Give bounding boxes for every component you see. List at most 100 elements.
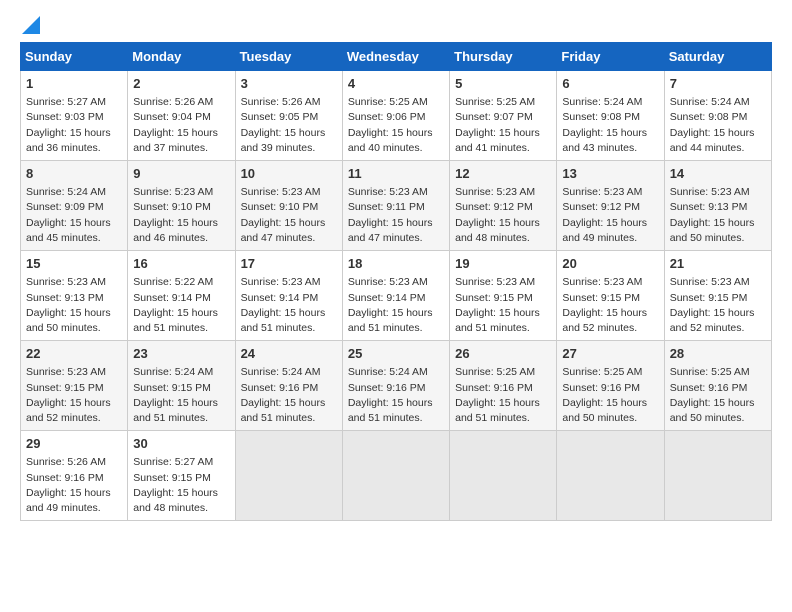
- day-info: Sunrise: 5:24 AM Sunset: 9:08 PM Dayligh…: [562, 95, 658, 156]
- day-number: 12: [455, 165, 551, 183]
- day-cell: 1 Sunrise: 5:27 AM Sunset: 9:03 PM Daylig…: [21, 71, 128, 161]
- day-cell: 2Sunrise: 5:26 AM Sunset: 9:04 PM Daylig…: [128, 71, 235, 161]
- day-number: 23: [133, 345, 229, 363]
- day-cell: [342, 431, 449, 521]
- day-info: Sunrise: 5:23 AM Sunset: 9:15 PM Dayligh…: [455, 275, 551, 336]
- day-cell: 24Sunrise: 5:24 AM Sunset: 9:16 PM Dayli…: [235, 341, 342, 431]
- week-row-3: 15 Sunrise: 5:23 AM Sunset: 9:13 PM Dayli…: [21, 251, 772, 341]
- day-info: Sunrise: 5:23 AM Sunset: 9:12 PM Dayligh…: [455, 185, 551, 246]
- header-tuesday: Tuesday: [235, 43, 342, 71]
- day-cell: 25 Sunrise: 5:24 AM Sunset: 9:16 PM Dayli…: [342, 341, 449, 431]
- day-info: Sunrise: 5:26 AM Sunset: 9:16 PM Dayligh…: [26, 455, 122, 516]
- day-cell: 15 Sunrise: 5:23 AM Sunset: 9:13 PM Dayli…: [21, 251, 128, 341]
- day-info: Sunrise: 5:25 AM Sunset: 9:16 PM Dayligh…: [670, 365, 766, 426]
- day-number: 21: [670, 255, 766, 273]
- day-number: 16: [133, 255, 229, 273]
- logo-triangle-icon: [22, 16, 40, 34]
- week-row-1: 1 Sunrise: 5:27 AM Sunset: 9:03 PM Daylig…: [21, 71, 772, 161]
- day-number: 20: [562, 255, 658, 273]
- day-info: Sunrise: 5:23 AM Sunset: 9:15 PM Dayligh…: [562, 275, 658, 336]
- day-number: 26: [455, 345, 551, 363]
- day-cell: [557, 431, 664, 521]
- day-cell: 10Sunrise: 5:23 AM Sunset: 9:10 PM Dayli…: [235, 161, 342, 251]
- day-number: 4: [348, 75, 444, 93]
- day-cell: 18 Sunrise: 5:23 AM Sunset: 9:14 PM Dayli…: [342, 251, 449, 341]
- day-cell: 6 Sunrise: 5:24 AM Sunset: 9:08 PM Daylig…: [557, 71, 664, 161]
- day-info: Sunrise: 5:23 AM Sunset: 9:10 PM Dayligh…: [241, 185, 337, 246]
- day-number: 5: [455, 75, 551, 93]
- day-info: Sunrise: 5:26 AM Sunset: 9:05 PM Dayligh…: [241, 95, 337, 156]
- day-number: 6: [562, 75, 658, 93]
- day-number: 27: [562, 345, 658, 363]
- calendar-table: SundayMondayTuesdayWednesdayThursdayFrid…: [20, 42, 772, 521]
- header-row: SundayMondayTuesdayWednesdayThursdayFrid…: [21, 43, 772, 71]
- day-cell: 26 Sunrise: 5:25 AM Sunset: 9:16 PM Dayli…: [450, 341, 557, 431]
- day-number: 13: [562, 165, 658, 183]
- day-info: Sunrise: 5:25 AM Sunset: 9:06 PM Dayligh…: [348, 95, 444, 156]
- day-number: 9: [133, 165, 229, 183]
- day-cell: 27 Sunrise: 5:25 AM Sunset: 9:16 PM Dayli…: [557, 341, 664, 431]
- day-number: 7: [670, 75, 766, 93]
- day-cell: 14 Sunrise: 5:23 AM Sunset: 9:13 PM Dayli…: [664, 161, 771, 251]
- day-cell: 28Sunrise: 5:25 AM Sunset: 9:16 PM Dayli…: [664, 341, 771, 431]
- day-cell: 29 Sunrise: 5:26 AM Sunset: 9:16 PM Dayli…: [21, 431, 128, 521]
- day-info: Sunrise: 5:23 AM Sunset: 9:13 PM Dayligh…: [670, 185, 766, 246]
- week-row-4: 22 Sunrise: 5:23 AM Sunset: 9:15 PM Dayli…: [21, 341, 772, 431]
- day-number: 15: [26, 255, 122, 273]
- day-cell: 7Sunrise: 5:24 AM Sunset: 9:08 PM Daylig…: [664, 71, 771, 161]
- day-number: 18: [348, 255, 444, 273]
- day-info: Sunrise: 5:23 AM Sunset: 9:15 PM Dayligh…: [26, 365, 122, 426]
- logo: [20, 20, 40, 34]
- week-row-5: 29 Sunrise: 5:26 AM Sunset: 9:16 PM Dayli…: [21, 431, 772, 521]
- day-info: Sunrise: 5:27 AM Sunset: 9:15 PM Dayligh…: [133, 455, 229, 516]
- day-info: Sunrise: 5:24 AM Sunset: 9:16 PM Dayligh…: [241, 365, 337, 426]
- calendar-header: SundayMondayTuesdayWednesdayThursdayFrid…: [21, 43, 772, 71]
- day-number: 19: [455, 255, 551, 273]
- calendar-body: 1 Sunrise: 5:27 AM Sunset: 9:03 PM Daylig…: [21, 71, 772, 521]
- header-friday: Friday: [557, 43, 664, 71]
- day-cell: 21 Sunrise: 5:23 AM Sunset: 9:15 PM Dayli…: [664, 251, 771, 341]
- day-cell: 8Sunrise: 5:24 AM Sunset: 9:09 PM Daylig…: [21, 161, 128, 251]
- day-cell: 3 Sunrise: 5:26 AM Sunset: 9:05 PM Daylig…: [235, 71, 342, 161]
- day-number: 2: [133, 75, 229, 93]
- day-cell: 13Sunrise: 5:23 AM Sunset: 9:12 PM Dayli…: [557, 161, 664, 251]
- day-cell: 17Sunrise: 5:23 AM Sunset: 9:14 PM Dayli…: [235, 251, 342, 341]
- day-cell: 5Sunrise: 5:25 AM Sunset: 9:07 PM Daylig…: [450, 71, 557, 161]
- day-number: 30: [133, 435, 229, 453]
- day-cell: 19 Sunrise: 5:23 AM Sunset: 9:15 PM Dayli…: [450, 251, 557, 341]
- day-number: 14: [670, 165, 766, 183]
- page-header: [20, 20, 772, 34]
- day-info: Sunrise: 5:24 AM Sunset: 9:15 PM Dayligh…: [133, 365, 229, 426]
- day-info: Sunrise: 5:25 AM Sunset: 9:16 PM Dayligh…: [455, 365, 551, 426]
- header-monday: Monday: [128, 43, 235, 71]
- day-info: Sunrise: 5:24 AM Sunset: 9:09 PM Dayligh…: [26, 185, 122, 246]
- day-cell: 30 Sunrise: 5:27 AM Sunset: 9:15 PM Dayli…: [128, 431, 235, 521]
- day-number: 3: [241, 75, 337, 93]
- day-info: Sunrise: 5:27 AM Sunset: 9:03 PM Dayligh…: [26, 95, 122, 156]
- day-cell: 4 Sunrise: 5:25 AM Sunset: 9:06 PM Daylig…: [342, 71, 449, 161]
- day-info: Sunrise: 5:23 AM Sunset: 9:15 PM Dayligh…: [670, 275, 766, 336]
- day-number: 29: [26, 435, 122, 453]
- day-info: Sunrise: 5:22 AM Sunset: 9:14 PM Dayligh…: [133, 275, 229, 336]
- day-info: Sunrise: 5:23 AM Sunset: 9:11 PM Dayligh…: [348, 185, 444, 246]
- day-cell: [235, 431, 342, 521]
- day-info: Sunrise: 5:23 AM Sunset: 9:14 PM Dayligh…: [348, 275, 444, 336]
- day-cell: 9 Sunrise: 5:23 AM Sunset: 9:10 PM Daylig…: [128, 161, 235, 251]
- day-cell: [664, 431, 771, 521]
- day-cell: [450, 431, 557, 521]
- header-saturday: Saturday: [664, 43, 771, 71]
- day-number: 22: [26, 345, 122, 363]
- day-cell: 12 Sunrise: 5:23 AM Sunset: 9:12 PM Dayli…: [450, 161, 557, 251]
- day-info: Sunrise: 5:24 AM Sunset: 9:16 PM Dayligh…: [348, 365, 444, 426]
- day-cell: 23 Sunrise: 5:24 AM Sunset: 9:15 PM Dayli…: [128, 341, 235, 431]
- header-thursday: Thursday: [450, 43, 557, 71]
- day-cell: 11 Sunrise: 5:23 AM Sunset: 9:11 PM Dayli…: [342, 161, 449, 251]
- day-info: Sunrise: 5:23 AM Sunset: 9:13 PM Dayligh…: [26, 275, 122, 336]
- day-number: 25: [348, 345, 444, 363]
- week-row-2: 8Sunrise: 5:24 AM Sunset: 9:09 PM Daylig…: [21, 161, 772, 251]
- day-info: Sunrise: 5:23 AM Sunset: 9:10 PM Dayligh…: [133, 185, 229, 246]
- header-wednesday: Wednesday: [342, 43, 449, 71]
- day-number: 1: [26, 75, 122, 93]
- day-info: Sunrise: 5:25 AM Sunset: 9:16 PM Dayligh…: [562, 365, 658, 426]
- day-number: 11: [348, 165, 444, 183]
